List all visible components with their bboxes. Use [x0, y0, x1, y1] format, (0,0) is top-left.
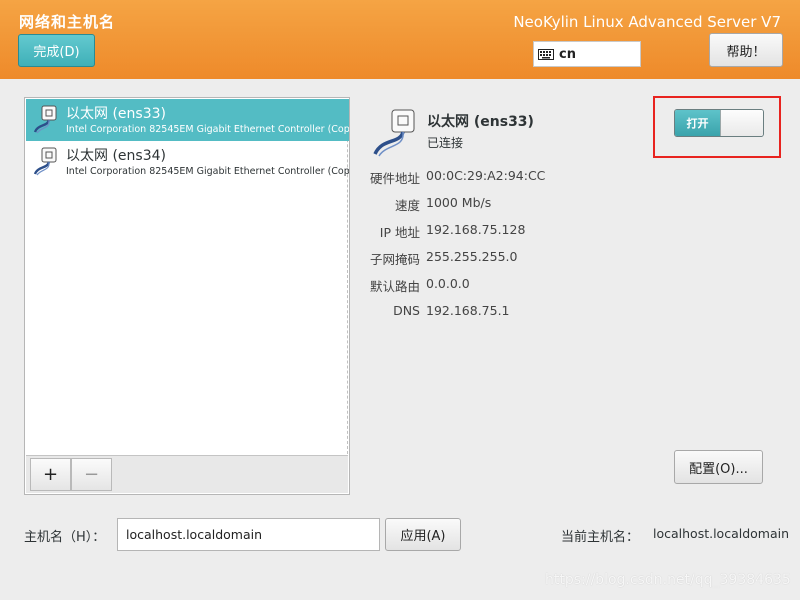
add-connection-button[interactable]: + — [30, 458, 71, 491]
product-name: NeoKylin Linux Advanced Server V7 — [513, 13, 781, 31]
keyboard-icon — [538, 48, 554, 60]
property-speed: 速度 1000 Mb/s — [340, 195, 760, 215]
property-key: 默认路由 — [369, 279, 420, 294]
current-hostname-value: localhost.localdomain — [653, 526, 790, 541]
connection-item-ens33[interactable]: 以太网 (ens33) Intel Corporation 82545EM Gi… — [26, 99, 349, 141]
watermark-text: https://blog.csdn.net/qq_39384635 — [545, 572, 791, 588]
header-bar: 网络和主机名 完成(D) NeoKylin Linux Advanced Ser… — [0, 0, 800, 79]
property-hardware-address: 硬件地址 00:0C:29:A2:94:CC — [340, 168, 760, 188]
keyboard-layout-label: cn — [559, 46, 576, 62]
connection-toggle-switch[interactable]: 打开 — [674, 109, 764, 137]
current-hostname-label: 当前主机名： — [561, 530, 640, 545]
connection-item-ens34[interactable]: 以太网 (ens34) Intel Corporation 82545EM Gi… — [26, 141, 349, 183]
property-value: 192.168.75.1 — [426, 303, 510, 318]
connection-name: 以太网 (ens33) — [66, 106, 166, 122]
property-value: 00:0C:29:A2:94:CC — [426, 168, 546, 183]
ethernet-icon — [33, 105, 57, 134]
connection-status: 已连接 — [427, 136, 464, 150]
apply-button[interactable]: 应用(A) — [385, 518, 461, 551]
property-value: 1000 Mb/s — [426, 195, 492, 210]
configure-button[interactable]: 配置(O)... — [674, 450, 763, 484]
toggle-on-label: 打开 — [675, 110, 720, 136]
help-button[interactable]: 帮助！ — [709, 33, 783, 67]
property-value: 0.0.0.0 — [426, 276, 470, 291]
property-key: 子网掩码 — [369, 252, 420, 267]
property-subnet-mask: 子网掩码 255.255.255.0 — [340, 249, 760, 269]
property-key: 硬件地址 — [369, 171, 420, 186]
hostname-input[interactable] — [117, 518, 380, 551]
keyboard-layout-indicator[interactable]: cn — [533, 41, 641, 67]
connection-list: 以太网 (ens33) Intel Corporation 82545EM Gi… — [24, 97, 350, 495]
connection-name: 以太网 (ens34) — [66, 148, 166, 164]
ethernet-icon — [373, 109, 415, 157]
connection-list-toolbar: + − — [26, 455, 348, 493]
property-key: 速度 — [394, 198, 420, 213]
hostname-label: 主机名（H）： — [24, 530, 106, 545]
property-value: 255.255.255.0 — [426, 249, 518, 264]
ethernet-icon — [33, 147, 57, 176]
detail-connection-name: 以太网 (ens33) — [427, 114, 534, 130]
remove-connection-button[interactable]: − — [71, 458, 112, 491]
page-title: 网络和主机名 — [19, 13, 116, 31]
connection-description: Intel Corporation 82545EM Gigabit Ethern… — [66, 166, 349, 177]
property-dns: DNS 192.168.75.1 — [340, 303, 760, 323]
property-ip-address: IP 地址 192.168.75.128 — [340, 222, 760, 242]
property-default-route: 默认路由 0.0.0.0 — [340, 276, 760, 296]
toggle-knob[interactable] — [720, 110, 763, 136]
property-key: DNS — [393, 303, 420, 318]
property-value: 192.168.75.128 — [426, 222, 526, 237]
done-button[interactable]: 完成(D) — [18, 34, 95, 67]
connection-description: Intel Corporation 82545EM Gigabit Ethern… — [66, 124, 349, 135]
property-key: IP 地址 — [379, 225, 420, 240]
